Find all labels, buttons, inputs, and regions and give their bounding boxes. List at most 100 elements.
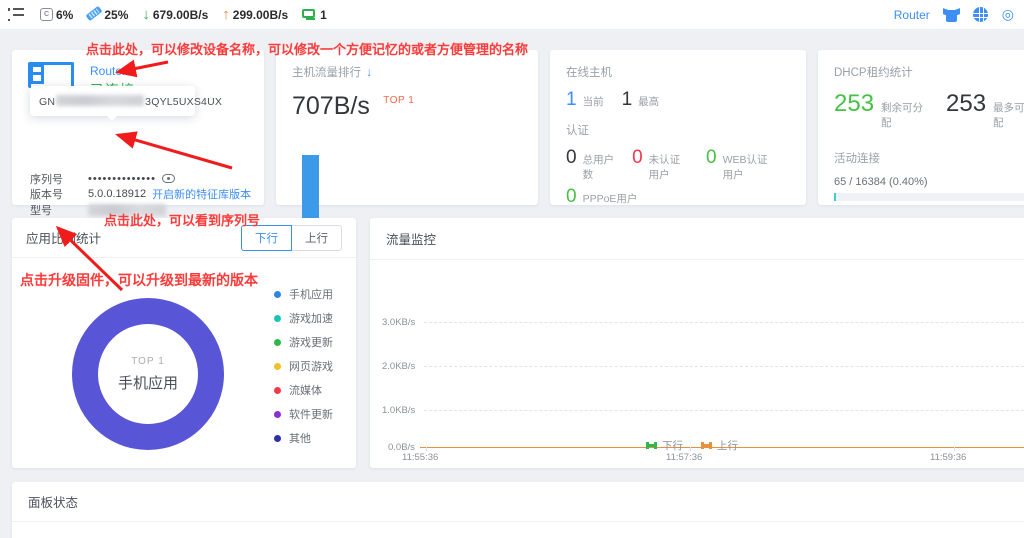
monitor-icon xyxy=(302,8,317,21)
app-ratio-donut-chart: TOP 1 手机应用 xyxy=(72,298,224,450)
dhcp-title: DHCP租约统计 xyxy=(834,67,913,79)
dhcp-remaining-label: 剩余可分配 xyxy=(881,102,924,129)
legend-item-upload[interactable]: 上行 xyxy=(701,438,738,453)
topbar-right-group: Router ◎ xyxy=(894,6,1024,23)
x-tick-label: 11:59:36 xyxy=(930,452,967,463)
online-devices-stat: 1 xyxy=(302,8,327,22)
hosts-current-label: 当前 xyxy=(582,96,604,108)
legend-label: 网页游戏 xyxy=(289,361,333,373)
host-traffic-rank-card: 主机流量排行 ↓ 707B/s TOP 1 xyxy=(276,50,538,218)
arrow-down-icon[interactable]: ↓ xyxy=(366,65,372,79)
shirt-icon[interactable] xyxy=(942,7,960,22)
panel-status-title: 面板状态 xyxy=(28,496,79,510)
active-connections-value: 65 / 16384 (0.40%) xyxy=(834,176,928,188)
panel-status-card: 面板状态 xyxy=(12,482,1024,538)
hosts-current-value: 1 xyxy=(566,89,577,110)
host-traffic-title-text: 主机流量排行 xyxy=(292,67,361,79)
toggle-upload-button[interactable]: 上行 xyxy=(292,224,342,251)
dhcp-lease-card: DHCP租约统计 253 剩余可分配 253 最多可分配 活动连接 65 / 1… xyxy=(818,50,1024,205)
auth-metrics-row-1: 0 总用户数 0 未认证用户 0 WEB认证用户 xyxy=(566,147,790,182)
eye-reveal-icon[interactable] xyxy=(161,174,175,184)
legend-item[interactable]: 手机应用 xyxy=(274,282,333,306)
traffic-monitor-header: 流量监控 xyxy=(370,218,1024,260)
cpu-stat: C 6% xyxy=(40,8,73,22)
legend-label: 手机应用 xyxy=(289,289,333,301)
x-tick xyxy=(954,447,955,451)
donut-top-label: TOP 1 xyxy=(131,355,165,367)
top-status-bar: C 6% 25% ↓ 679.00B/s ↑ 299.00B/s 1 Route… xyxy=(0,0,1024,30)
legend-label: 游戏更新 xyxy=(289,337,333,349)
x-tick xyxy=(426,447,427,451)
x-tick-label: 11:57:36 xyxy=(666,452,703,463)
serial-redacted-block xyxy=(56,94,145,106)
model-label: 型号 xyxy=(30,204,52,217)
legend-label: 软件更新 xyxy=(289,409,333,421)
panel-status-header: 面板状态 xyxy=(12,482,1024,522)
version-label: 版本号 xyxy=(30,189,63,202)
app-ratio-title: 应用比例统计 xyxy=(26,232,102,246)
x-tick-label: 11:55:36 xyxy=(402,452,439,463)
device-info-card: Router 已连接 序列号 •••••••••••••• 版本号 5.0.0.… xyxy=(12,50,264,248)
auth-total-label: 总用户数 xyxy=(582,154,615,181)
donut-center: TOP 1 手机应用 xyxy=(98,324,198,424)
serial-label: 序列号 xyxy=(30,173,63,186)
auth-web-label: WEB认证用户 xyxy=(722,154,768,181)
device-name-link[interactable]: Router xyxy=(90,64,126,78)
legend-item[interactable]: 其他 xyxy=(274,426,333,450)
version-value: 5.0.0.18912 xyxy=(88,188,147,201)
upload-value: 299.00B/s xyxy=(232,7,289,22)
memory-stat: 25% xyxy=(85,5,129,22)
host-traffic-badge: TOP 1 xyxy=(383,95,415,106)
auth-section-title: 认证 xyxy=(566,125,589,137)
legend-item[interactable]: 流媒体 xyxy=(274,378,333,402)
legend-label: 其他 xyxy=(289,433,311,445)
legend-dot-icon xyxy=(274,362,281,370)
cpu-icon: C xyxy=(40,8,53,21)
legend-label: 游戏加速 xyxy=(289,313,333,325)
gridline xyxy=(424,322,1024,323)
legend-dot-icon xyxy=(274,386,281,394)
traffic-monitor-title: 流量监控 xyxy=(386,233,437,247)
traffic-monitor-plot: 3.0KB/s 2.0KB/s 1.0KB/s 0.0B/s 11:55:36 … xyxy=(370,260,1024,468)
auth-pppoe-label: PPPoE用户 xyxy=(582,193,638,205)
legend-item[interactable]: 游戏加速 xyxy=(274,306,333,330)
annotation-text-3: 点击升级固件，可以升级到最新的版本 xyxy=(20,272,258,288)
list-menu-icon[interactable] xyxy=(8,7,24,22)
auth-metrics-row-2: 0 PPPoE用户 xyxy=(566,186,790,208)
serial-suffix: 3QYL5UXS4UX xyxy=(145,95,223,108)
active-connections-title: 活动连接 xyxy=(834,153,880,165)
chevron-partial-icon[interactable]: ◎ xyxy=(1002,6,1014,23)
donut-category-name: 手机应用 xyxy=(117,374,178,392)
hosts-peak-label: 最高 xyxy=(638,96,660,108)
y-tick-label: 1.0KB/s xyxy=(382,405,416,416)
legend-marker-icon xyxy=(646,442,657,449)
download-arrow-icon: ↓ xyxy=(142,6,150,23)
horizontal-scrollbar[interactable] xyxy=(0,532,1024,538)
gridline xyxy=(424,366,1024,367)
online-hosts-card: 在线主机 1 当前 1 最高 认证 0 总用户数 0 未认证用户 0 WEB认证… xyxy=(550,50,806,208)
online-hosts-metrics: 1 当前 1 最高 xyxy=(566,89,790,111)
firmware-upgrade-link[interactable]: 开启新的特征库版本 xyxy=(152,186,251,202)
legend-item[interactable]: 游戏更新 xyxy=(274,330,333,354)
serial-number-tooltip: GN 3QYL5UXS4UX xyxy=(30,86,222,121)
auth-total-value: 0 xyxy=(566,147,577,168)
router-link[interactable]: Router xyxy=(894,8,930,22)
host-traffic-bar xyxy=(302,155,319,218)
memory-value: 25% xyxy=(104,7,129,22)
serial-value: •••••••••••••• xyxy=(88,172,156,185)
legend-item-download[interactable]: 下行 xyxy=(646,438,683,453)
traffic-monitor-card: 流量监控 3.0KB/s 2.0KB/s 1.0KB/s 0.0B/s 11:5… xyxy=(370,218,1024,468)
legend-label: 下行 xyxy=(662,440,683,452)
legend-item[interactable]: 网页游戏 xyxy=(274,354,333,378)
legend-label: 流媒体 xyxy=(289,385,322,397)
serial-prefix: GN xyxy=(39,95,56,108)
row-version: 版本号 5.0.0.18912 开启新的特征库版本 xyxy=(30,187,251,203)
serial-tooltip-text: GN 3QYL5UXS4UX xyxy=(39,94,223,108)
globe-icon[interactable] xyxy=(972,7,988,22)
legend-dot-icon xyxy=(274,410,281,418)
host-traffic-title: 主机流量排行 ↓ xyxy=(292,64,522,80)
memory-icon xyxy=(85,5,103,22)
legend-label: 上行 xyxy=(717,440,738,452)
active-connections-progress xyxy=(834,193,1024,201)
legend-item[interactable]: 软件更新 xyxy=(274,402,333,426)
